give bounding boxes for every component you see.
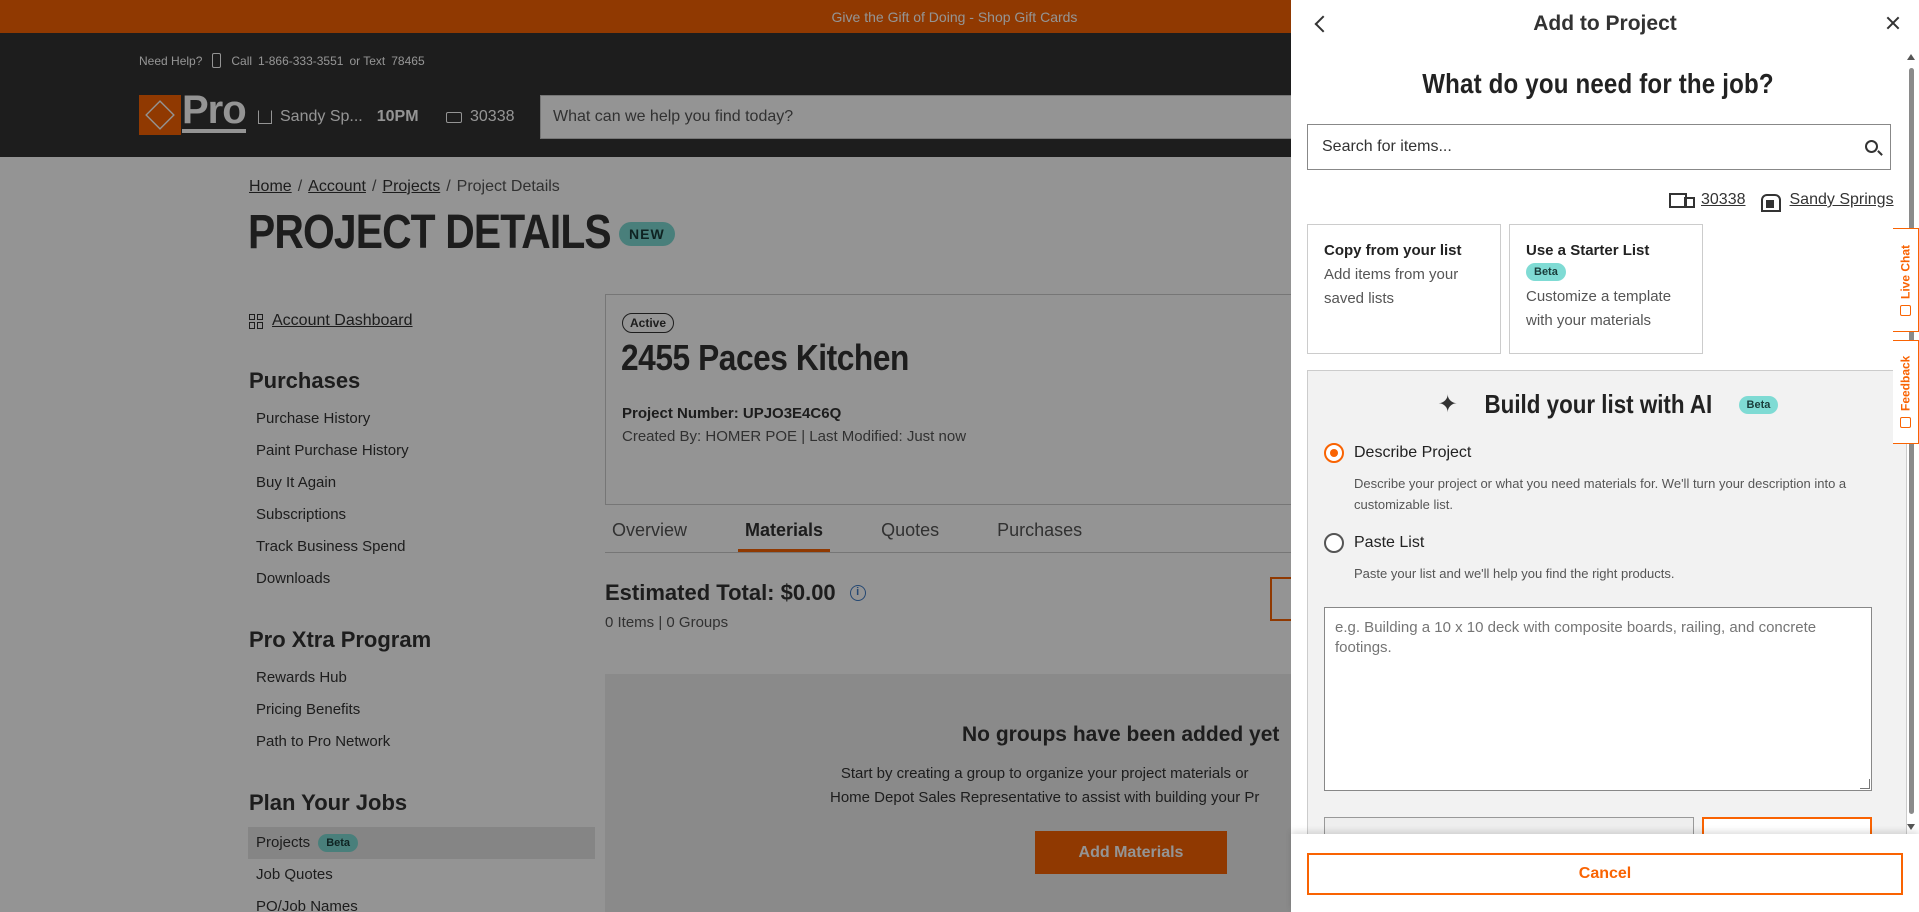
resize-grip-icon[interactable] <box>1860 779 1870 789</box>
paste-radio[interactable] <box>1324 533 1344 553</box>
feedback-label: Feedback <box>1898 355 1913 412</box>
store-icon <box>1760 190 1782 212</box>
drawer-footer: Cancel <box>1291 834 1919 912</box>
describe-radio[interactable] <box>1324 443 1344 463</box>
live-chat-label: Live Chat <box>1898 244 1913 299</box>
copy-list-title: Copy from your list <box>1324 242 1462 259</box>
paste-desc: Paste your list and we'll help you find … <box>1354 566 1675 581</box>
project-description-textarea[interactable] <box>1324 607 1872 791</box>
describe-desc: Describe your project or what you need m… <box>1354 476 1847 512</box>
job-question: What do you need for the job? <box>1422 68 1774 99</box>
secondary-action-button[interactable] <box>1324 817 1694 834</box>
close-icon[interactable] <box>1883 13 1903 33</box>
drawer-zip-link[interactable]: 30338 <box>1701 191 1746 209</box>
ai-title: Build your list with AI <box>1484 389 1712 419</box>
describe-label: Describe Project <box>1354 444 1472 461</box>
feedback-tab[interactable]: Feedback <box>1893 340 1919 444</box>
starter-list-card[interactable]: Use a Starter List Beta Customize a temp… <box>1509 224 1703 354</box>
feedback-icon <box>1900 417 1911 429</box>
copy-from-list-card[interactable]: Copy from your list Add items from your … <box>1307 224 1501 354</box>
ai-heading: ✦ Build your list with AI Beta <box>1308 389 1908 420</box>
location-row: 30338 Sandy Springs <box>1669 190 1894 212</box>
item-search-input[interactable]: Search for items... <box>1307 124 1891 170</box>
starter-list-desc: Customize a template with your materials <box>1526 288 1672 329</box>
describe-project-option[interactable]: Describe Project <box>1324 443 1471 463</box>
drawer-title: Add to Project <box>1533 12 1677 35</box>
scroll-up-arrow-icon[interactable] <box>1907 54 1915 60</box>
ai-beta-badge: Beta <box>1738 395 1779 414</box>
add-to-project-drawer: Add to Project What do you need for the … <box>1291 0 1919 912</box>
drawer-store-link[interactable]: Sandy Springs <box>1790 191 1894 209</box>
ai-builder-panel: ✦ Build your list with AI Beta Describe … <box>1307 370 1907 834</box>
paste-label: Paste List <box>1354 534 1425 551</box>
copy-list-desc: Add items from your saved lists <box>1324 266 1459 307</box>
paste-list-option[interactable]: Paste List <box>1324 533 1424 553</box>
starter-list-title: Use a Starter List <box>1526 242 1650 259</box>
chat-icon <box>1900 304 1911 316</box>
drawer-scroll-area[interactable]: What do you need for the job? Search for… <box>1291 48 1919 834</box>
sparkle-icon: ✦ <box>1437 391 1458 418</box>
starter-beta-badge: Beta <box>1526 263 1566 281</box>
primary-action-button[interactable] <box>1702 817 1872 834</box>
cancel-button[interactable]: Cancel <box>1307 853 1903 895</box>
search-icon[interactable] <box>1865 140 1878 153</box>
scroll-down-arrow-icon[interactable] <box>1907 824 1915 830</box>
live-chat-tab[interactable]: Live Chat <box>1893 228 1919 332</box>
delivery-truck-icon <box>1669 192 1695 208</box>
